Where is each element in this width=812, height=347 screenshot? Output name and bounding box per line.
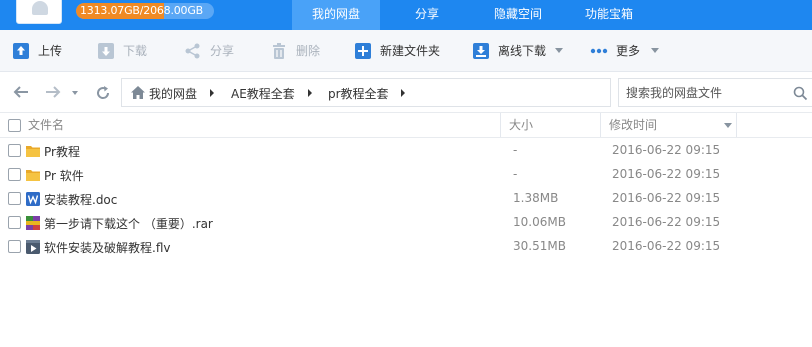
- file-name[interactable]: 第一步请下载这个 （重要）.rar: [44, 215, 213, 232]
- download-button[interactable]: 下载: [97, 41, 157, 61]
- file-modified: 2016-06-22 09:15: [612, 215, 721, 229]
- file-list-header: 文件名 大小 修改时间: [0, 112, 812, 138]
- share-button[interactable]: 分享: [184, 41, 244, 61]
- file-size: -: [513, 143, 518, 157]
- file-size: 1.38MB: [513, 191, 559, 205]
- share-label: 分享: [210, 44, 235, 58]
- avatar[interactable]: [16, 0, 62, 24]
- share-icon: [185, 43, 200, 59]
- word-doc-icon: [26, 192, 40, 206]
- more-button[interactable]: 更多: [590, 41, 662, 61]
- new-folder-label: 新建文件夹: [380, 44, 441, 58]
- file-row[interactable]: Pr 软件 - 2016-06-22 09:15: [0, 163, 812, 187]
- file-name[interactable]: Pr 软件: [44, 167, 84, 184]
- row-checkbox[interactable]: [8, 192, 21, 205]
- file-row[interactable]: 第一步请下载这个 （重要）.rar 10.06MB 2016-06-22 09:…: [0, 211, 812, 235]
- new-folder-icon: [355, 43, 371, 59]
- more-dropdown-icon[interactable]: [651, 48, 659, 53]
- search-icon[interactable]: [793, 86, 808, 101]
- breadcrumb-separator-icon: [401, 89, 405, 97]
- search-input[interactable]: [619, 79, 789, 106]
- refresh-icon[interactable]: [94, 84, 112, 102]
- select-all-checkbox[interactable]: [8, 119, 21, 132]
- file-name[interactable]: Pr教程: [44, 143, 80, 160]
- column-divider[interactable]: [736, 113, 737, 137]
- offline-download-button[interactable]: 离线下载: [472, 41, 564, 61]
- delete-label: 删除: [296, 44, 321, 58]
- breadcrumb: 我的网盘 AE教程全套 pr教程全套: [121, 78, 611, 107]
- row-checkbox[interactable]: [8, 144, 21, 157]
- history-dropdown-icon[interactable]: [72, 91, 78, 95]
- avatar-silhouette-icon: [32, 1, 48, 15]
- file-modified: 2016-06-22 09:15: [612, 239, 721, 253]
- back-arrow-icon[interactable]: [12, 84, 30, 100]
- nav-my-disk[interactable]: 我的网盘: [292, 0, 380, 30]
- file-size: 30.51MB: [513, 239, 566, 253]
- trash-icon: [273, 43, 285, 59]
- address-row: 我的网盘 AE教程全套 pr教程全套: [0, 72, 812, 112]
- download-icon: [98, 43, 114, 59]
- file-modified: 2016-06-22 09:15: [612, 167, 721, 181]
- toolbar: 上传 下载 分享 删除 新建文件夹 离线下载 更多: [0, 30, 812, 72]
- column-modified-header[interactable]: 修改时间: [609, 113, 657, 137]
- quota-bar: 1313.07GB/2068.00GB: [76, 3, 214, 19]
- breadcrumb-separator-icon: [210, 89, 214, 97]
- more-label: 更多: [616, 44, 641, 58]
- offline-download-dropdown-icon[interactable]: [555, 48, 563, 53]
- column-name-header[interactable]: 文件名: [28, 113, 64, 137]
- video-file-icon: [26, 240, 40, 254]
- file-size: -: [513, 167, 518, 181]
- folder-icon: [26, 170, 40, 181]
- search-box: [618, 78, 812, 107]
- file-name[interactable]: 安装教程.doc: [44, 191, 117, 208]
- file-row[interactable]: Pr教程 - 2016-06-22 09:15: [0, 139, 812, 163]
- delete-button[interactable]: 删除: [270, 41, 330, 61]
- upload-icon: [13, 43, 29, 59]
- column-divider[interactable]: [600, 113, 601, 137]
- column-size-header[interactable]: 大小: [509, 113, 533, 137]
- file-name[interactable]: 软件安装及破解教程.flv: [44, 239, 170, 256]
- nav-share[interactable]: 分享: [380, 0, 474, 30]
- nav-toolbox[interactable]: 功能宝箱: [562, 0, 656, 30]
- download-label: 下载: [123, 44, 148, 58]
- sort-desc-icon[interactable]: [724, 123, 732, 128]
- file-modified: 2016-06-22 09:15: [612, 143, 721, 157]
- breadcrumb-separator-icon: [308, 89, 312, 97]
- top-bar: 1313.07GB/2068.00GB 我的网盘 分享 隐藏空间 功能宝箱: [0, 0, 812, 30]
- nav-hidden-space[interactable]: 隐藏空间: [474, 0, 562, 30]
- new-folder-button[interactable]: 新建文件夹: [354, 41, 446, 61]
- file-modified: 2016-06-22 09:15: [612, 191, 721, 205]
- upload-label: 上传: [38, 44, 63, 58]
- row-checkbox[interactable]: [8, 240, 21, 253]
- upload-button[interactable]: 上传: [12, 41, 72, 61]
- offline-download-label: 离线下载: [498, 44, 547, 58]
- forward-arrow-icon[interactable]: [44, 84, 62, 100]
- row-checkbox[interactable]: [8, 216, 21, 229]
- file-row[interactable]: 软件安装及破解教程.flv 30.51MB 2016-06-22 09:15: [0, 235, 812, 259]
- breadcrumb-item-my-disk[interactable]: 我的网盘: [149, 85, 197, 102]
- folder-icon: [26, 146, 40, 157]
- breadcrumb-item-ae[interactable]: AE教程全套: [231, 85, 295, 102]
- quota-text: 1313.07GB/2068.00GB: [80, 4, 204, 17]
- home-icon[interactable]: [130, 85, 146, 100]
- column-divider[interactable]: [500, 113, 501, 137]
- offline-download-icon: [473, 43, 489, 59]
- file-row[interactable]: 安装教程.doc 1.38MB 2016-06-22 09:15: [0, 187, 812, 211]
- more-dots-icon: [590, 48, 608, 54]
- breadcrumb-item-pr[interactable]: pr教程全套: [328, 85, 389, 102]
- file-size: 10.06MB: [513, 215, 566, 229]
- rar-archive-icon: [26, 216, 40, 230]
- row-checkbox[interactable]: [8, 168, 21, 181]
